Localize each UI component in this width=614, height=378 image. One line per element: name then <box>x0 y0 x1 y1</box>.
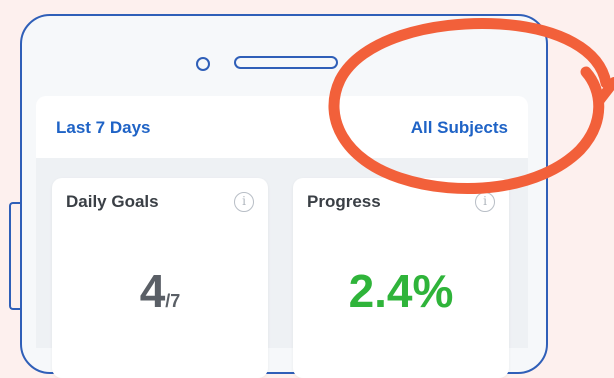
daily-goals-count: 4 <box>139 265 166 317</box>
info-icon[interactable]: i <box>234 192 254 212</box>
date-range-selector[interactable]: Last 7 Days <box>56 118 151 138</box>
filter-header: Last 7 Days All Subjects <box>36 96 528 159</box>
speaker-icon <box>234 56 338 69</box>
progress-title: Progress <box>307 192 381 211</box>
daily-goals-total: /7 <box>165 291 181 311</box>
progress-value: 2.4% <box>293 264 509 318</box>
info-icon[interactable]: i <box>475 192 495 212</box>
camera-icon <box>196 57 210 71</box>
progress-card[interactable]: Progress i 2.4% <box>293 178 509 378</box>
daily-goals-value: 4/7 <box>52 264 268 318</box>
dashboard-content: Daily Goals i 4/7 Progress i 2.4% <box>36 158 528 378</box>
progress-percent: 2.4% <box>348 265 454 317</box>
daily-goals-card[interactable]: Daily Goals i 4/7 <box>52 178 268 378</box>
subject-filter-selector[interactable]: All Subjects <box>411 118 508 138</box>
daily-goals-title: Daily Goals <box>66 192 159 211</box>
